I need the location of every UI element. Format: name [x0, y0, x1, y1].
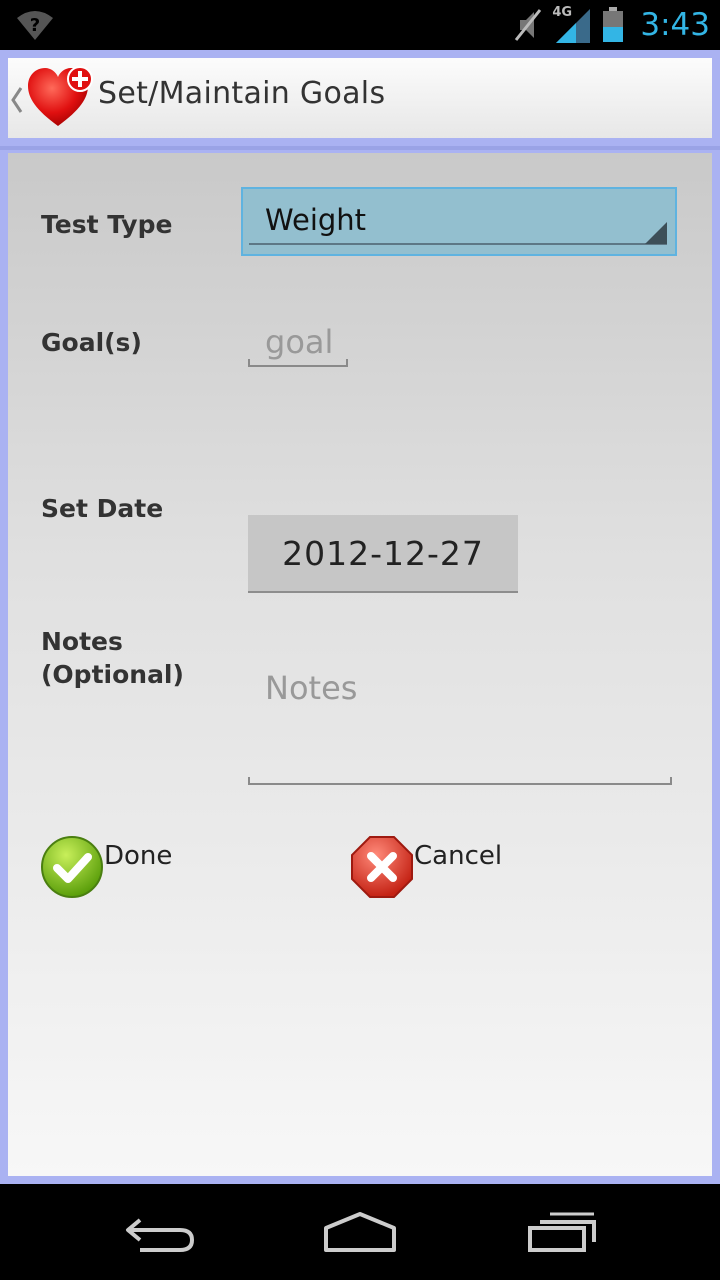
goal-label: Goal(s): [41, 328, 142, 357]
app-window: Set/Maintain Goals Test Type Weight Goal…: [0, 50, 720, 1184]
goal-input-underline: [248, 359, 348, 367]
goal-form: Test Type Weight Goal(s) goal Set Date 2…: [8, 153, 712, 1176]
page-title: Set/Maintain Goals: [98, 76, 386, 111]
wifi-unknown-icon: ?: [17, 11, 53, 40]
notes-input[interactable]: Notes: [248, 665, 672, 785]
goal-input[interactable]: goal: [248, 321, 348, 367]
recent-apps-icon[interactable]: [526, 1210, 598, 1254]
battery-icon: [603, 7, 624, 42]
clock: 3:43: [640, 7, 710, 43]
notes-label: Notes (Optional): [41, 625, 184, 691]
notes-label-line1: Notes: [41, 627, 123, 656]
spinner-underline: [249, 243, 667, 245]
check-circle-icon: [41, 836, 103, 898]
cancel-label: Cancel: [414, 841, 503, 871]
notes-placeholder: Notes: [265, 669, 358, 707]
heart-plus-icon[interactable]: [26, 64, 96, 130]
goal-placeholder: goal: [265, 323, 334, 361]
signal-icon: 4G: [552, 5, 592, 45]
cancel-button[interactable]: Cancel: [350, 835, 502, 901]
navigation-bar: [0, 1184, 720, 1280]
back-icon[interactable]: [124, 1210, 196, 1254]
mute-icon: [515, 9, 542, 41]
home-icon[interactable]: [322, 1210, 398, 1254]
chevron-left-icon[interactable]: [10, 86, 24, 114]
action-bar-divider: [0, 146, 720, 150]
set-date-button[interactable]: 2012-12-27: [248, 515, 518, 593]
test-type-spinner[interactable]: Weight: [241, 187, 677, 256]
action-bar: Set/Maintain Goals: [8, 58, 712, 138]
svg-text:?: ?: [30, 15, 40, 36]
notes-input-underline: [248, 777, 672, 785]
test-type-label: Test Type: [41, 210, 173, 239]
test-type-value: Weight: [265, 203, 367, 237]
done-button[interactable]: Done: [40, 835, 172, 901]
x-octagon-icon: [351, 836, 413, 898]
set-date-label: Set Date: [41, 494, 164, 523]
dropdown-arrow-icon: [645, 222, 667, 244]
done-label: Done: [104, 841, 173, 871]
status-bar: ? 4G 3:43: [0, 0, 720, 50]
notes-label-line2: (Optional): [41, 660, 184, 689]
